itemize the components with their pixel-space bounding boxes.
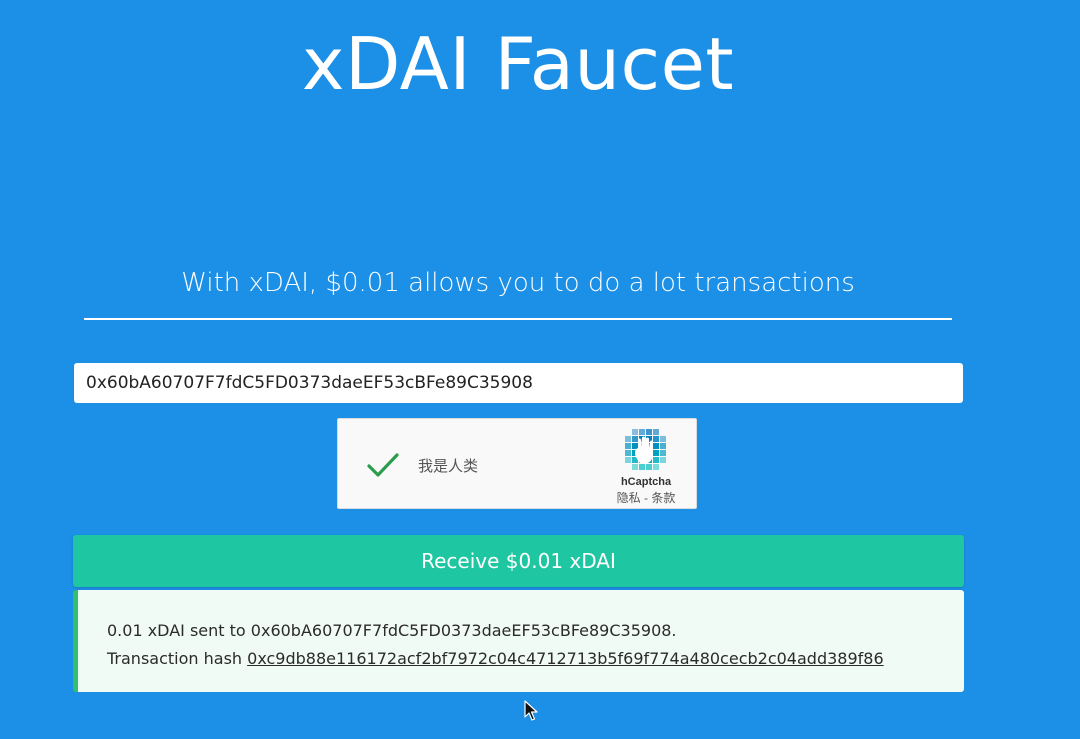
hash-label: Transaction hash xyxy=(107,649,243,668)
page-title: xDAI Faucet xyxy=(301,22,735,106)
hcaptcha-widget: 我是人类 hCaptcha 隐私 - 条款 xyxy=(337,418,697,509)
mouse-cursor-icon xyxy=(524,700,538,721)
terms-link[interactable]: 条款 xyxy=(651,491,675,505)
hash-line: Transaction hash 0xc9db88e116172acf2bf79… xyxy=(107,645,964,673)
tagline: With xDAI, $0.01 allows you to do a lot … xyxy=(181,268,855,298)
sent-message: 0.01 xDAI sent to 0x60bA60707F7fdC5FD037… xyxy=(107,621,677,640)
captcha-label: 我是人类 xyxy=(418,457,479,475)
receive-button[interactable]: Receive $0.01 xDAI xyxy=(73,535,964,587)
faucet-page: xDAI Faucet With xDAI, $0.01 allows you … xyxy=(0,0,1080,739)
wallet-address-input[interactable] xyxy=(74,363,963,403)
privacy-link[interactable]: 隐私 xyxy=(617,491,641,505)
success-message: 0.01 xDAI sent to 0x60bA60707F7fdC5FD037… xyxy=(73,590,964,692)
captcha-links: 隐私 - 条款 xyxy=(596,489,696,506)
hcaptcha-brand: hCaptcha xyxy=(620,476,672,488)
link-separator: - xyxy=(640,491,652,505)
checkmark-icon[interactable] xyxy=(366,449,400,481)
transaction-hash-link[interactable]: 0xc9db88e116172acf2bf7972c04c4712713b5f6… xyxy=(247,649,884,668)
tagline-divider xyxy=(84,318,952,320)
hcaptcha-logo-icon xyxy=(625,429,666,470)
